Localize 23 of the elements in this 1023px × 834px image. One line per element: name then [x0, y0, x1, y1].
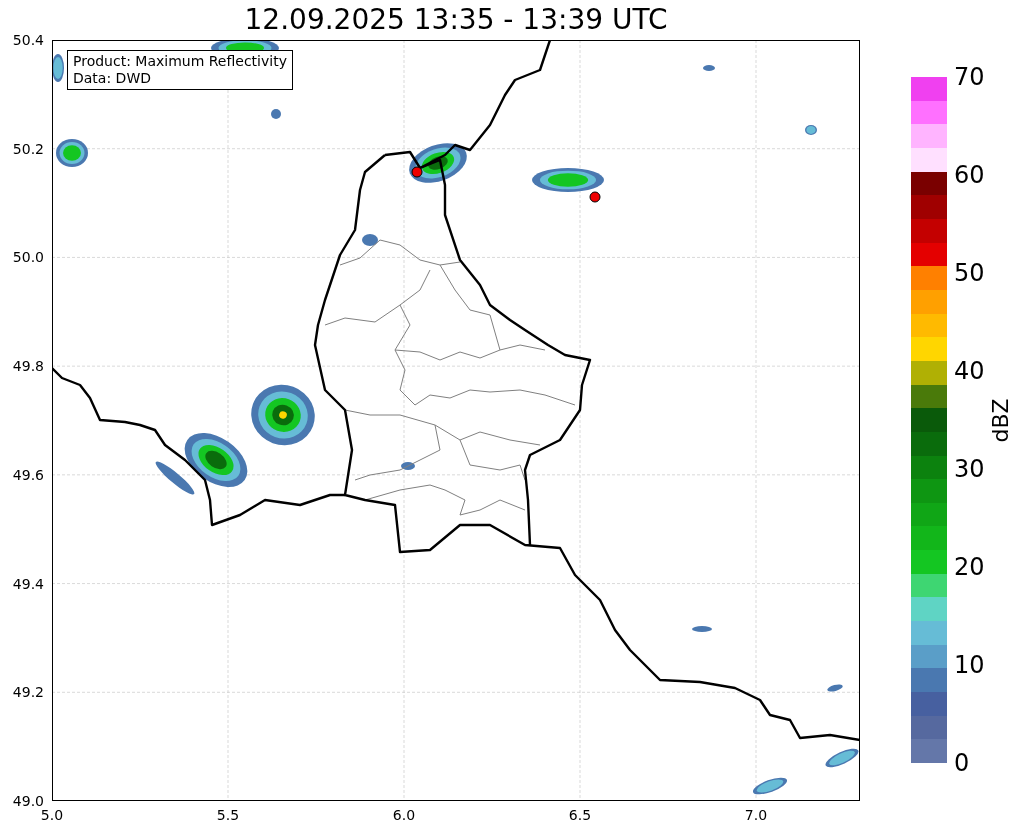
y-tick-label: 49.4 [11, 574, 44, 593]
colorbar-tick-label: 70 [954, 63, 985, 91]
info-text: Product: Maximum Reflectivity [73, 53, 287, 70]
y-tick-label: 50.4 [11, 31, 44, 49]
info-text: Data: DWD [73, 70, 152, 87]
colorbar-tick-label: 20 [954, 553, 985, 581]
colorbar-tick-label: 40 [954, 357, 985, 385]
y-tick-label: 49.6 [11, 465, 44, 484]
colorbar-tick-label: 10 [954, 651, 985, 679]
x-tick-label: 7.0 [743, 806, 769, 824]
colorbar-tick-label: 50 [954, 259, 985, 287]
y-tick-label: 49.8 [11, 357, 44, 376]
x-tick-label: 5.5 [215, 806, 241, 824]
colorbar-tick-label: 30 [954, 455, 985, 483]
colorbar-label: dBZ [986, 397, 1014, 443]
chart-title: 12.09.2025 13:35 - 13:39 UTC [244, 2, 668, 38]
y-tick-label: 50.2 [11, 139, 44, 158]
y-tick-label: 50.0 [11, 248, 44, 267]
colorbar-tick-label: 60 [954, 161, 985, 189]
colorbar-tick-label: 0 [954, 749, 970, 777]
x-tick-label: 6.0 [391, 806, 417, 824]
y-tick-label: 49.2 [11, 683, 44, 702]
x-tick-label: 6.5 [567, 806, 593, 824]
